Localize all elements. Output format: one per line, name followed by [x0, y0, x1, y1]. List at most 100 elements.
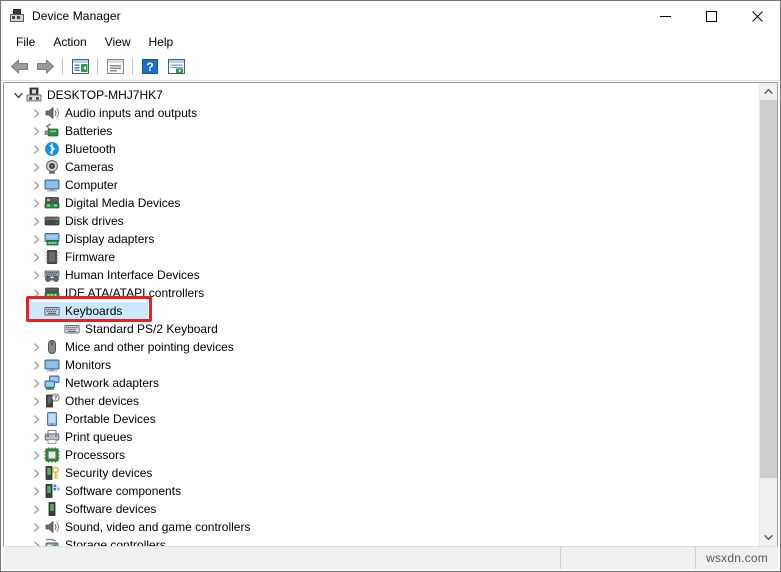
- tree-row-portable-devices[interactable]: Portable Devices: [4, 410, 759, 428]
- firmware-chip-icon: [44, 249, 60, 265]
- forward-icon[interactable]: [32, 55, 58, 78]
- tree-row-software-components[interactable]: Software components: [4, 482, 759, 500]
- tree-row-monitors[interactable]: Monitors: [4, 356, 759, 374]
- toolbar-separator: [97, 58, 98, 75]
- vertical-scrollbar[interactable]: [759, 83, 777, 546]
- keyboard-icon: [64, 321, 80, 337]
- tree-row-label: Software components: [65, 484, 182, 498]
- network-adapter-icon: [44, 375, 60, 391]
- watermark-text: wsxdn.com: [706, 551, 768, 565]
- chevron-right-icon[interactable]: [28, 375, 44, 391]
- tree-row-label: Disk drives: [65, 214, 124, 228]
- chevron-right-icon[interactable]: [28, 393, 44, 409]
- menu-item-view[interactable]: View: [96, 33, 140, 51]
- chevron-right-icon[interactable]: [28, 141, 44, 157]
- tree-row-label: Audio inputs and outputs: [65, 106, 198, 120]
- toolbar-separator: [132, 58, 133, 75]
- tree-row-other-devices[interactable]: ? Other devices: [4, 392, 759, 410]
- scan-for-hardware-changes-icon[interactable]: [163, 55, 189, 78]
- tree-row-label: Bluetooth: [65, 142, 116, 156]
- tree-row-cameras[interactable]: Cameras: [4, 158, 759, 176]
- tree-row-label: Mice and other pointing devices: [65, 340, 234, 354]
- keyboard-icon: [44, 303, 60, 319]
- menu-item-help[interactable]: Help: [140, 33, 183, 51]
- chevron-right-icon[interactable]: [28, 159, 44, 175]
- minimize-button[interactable]: [642, 1, 688, 31]
- chevron-right-icon[interactable]: [28, 339, 44, 355]
- chevron-right-icon[interactable]: [28, 465, 44, 481]
- monitor-icon: [44, 177, 60, 193]
- chevron-right-icon[interactable]: [28, 429, 44, 445]
- tree-row-display-adapters[interactable]: Display adapters: [4, 230, 759, 248]
- close-button[interactable]: [734, 1, 780, 31]
- tree-row-bluetooth[interactable]: Bluetooth: [4, 140, 759, 158]
- processor-icon: [44, 447, 60, 463]
- back-icon[interactable]: [6, 55, 32, 78]
- tree-row-label: Portable Devices: [65, 412, 156, 426]
- chevron-right-icon[interactable]: [28, 231, 44, 247]
- menu-item-action[interactable]: Action: [44, 33, 95, 51]
- bluetooth-icon: [44, 141, 60, 157]
- tree-row-ide-ata-atapi-controllers[interactable]: IDE ATA/ATAPI controllers: [4, 284, 759, 302]
- help-icon[interactable]: ?: [137, 55, 163, 78]
- menu-item-file[interactable]: File: [7, 33, 44, 51]
- tree-row-label: Security devices: [65, 466, 153, 480]
- status-segment-watermark: wsxdn.com: [696, 547, 778, 569]
- tree-row-mice-and-other-pointing-devices[interactable]: Mice and other pointing devices: [4, 338, 759, 356]
- tree-row-digital-media-devices[interactable]: Digital Media Devices: [4, 194, 759, 212]
- tree-row-audio-inputs-and-outputs[interactable]: Audio inputs and outputs: [4, 104, 759, 122]
- tree-row-root[interactable]: DESKTOP-MHJ7HK7: [4, 86, 759, 104]
- security-device-icon: [44, 465, 60, 481]
- tree-row-disk-drives[interactable]: Disk drives: [4, 212, 759, 230]
- tree-row-print-queues[interactable]: Print queues: [4, 428, 759, 446]
- chevron-up-icon[interactable]: [760, 83, 777, 100]
- tree-row-label: Print queues: [65, 430, 133, 444]
- tree-row-firmware[interactable]: Firmware: [4, 248, 759, 266]
- chevron-right-icon[interactable]: [28, 357, 44, 373]
- show-hide-console-tree-icon[interactable]: [67, 55, 93, 78]
- tree-row-storage-controllers[interactable]: Storage controllers: [4, 536, 759, 546]
- chevron-down-icon[interactable]: [760, 529, 777, 546]
- chevron-right-icon[interactable]: [28, 105, 44, 121]
- media-device-icon: [44, 195, 60, 211]
- toolbar: ?: [1, 53, 780, 81]
- chevron-right-icon[interactable]: [28, 483, 44, 499]
- tree-row-label: DESKTOP-MHJ7HK7: [47, 88, 163, 102]
- properties-icon[interactable]: [102, 55, 128, 78]
- chevron-right-icon[interactable]: [28, 501, 44, 517]
- chevron-right-icon[interactable]: [28, 537, 44, 546]
- tree-row-computer[interactable]: Computer: [4, 176, 759, 194]
- chevron-right-icon[interactable]: [28, 411, 44, 427]
- chevron-right-icon[interactable]: [28, 447, 44, 463]
- status-segment-main: [3, 547, 561, 569]
- menu-bar: File Action View Help: [1, 31, 780, 53]
- tree-row-label: Other devices: [65, 394, 140, 408]
- tree-row-label: Keyboards: [65, 304, 123, 318]
- tree-row-keyboards[interactable]: Keyboards: [4, 302, 759, 320]
- tree-row-software-devices[interactable]: Software devices: [4, 500, 759, 518]
- chevron-right-icon[interactable]: [28, 267, 44, 283]
- scrollbar-thumb[interactable]: [760, 100, 777, 478]
- tree-row-label: Firmware: [65, 250, 115, 264]
- chevron-down-icon[interactable]: [10, 87, 26, 103]
- chevron-right-icon[interactable]: [28, 213, 44, 229]
- tree-row-network-adapters[interactable]: Network adapters: [4, 374, 759, 392]
- tree-row-human-interface-devices[interactable]: Human Interface Devices: [4, 266, 759, 284]
- tree-row-security-devices[interactable]: Security devices: [4, 464, 759, 482]
- tree-row-label: Processors: [65, 448, 126, 462]
- device-tree[interactable]: DESKTOP-MHJ7HK7 Audio inputs and outputs: [4, 83, 759, 546]
- chevron-right-icon[interactable]: [28, 177, 44, 193]
- device-manager-window: Device Manager File Action View Help ? D…: [0, 0, 781, 572]
- tree-row-label: Cameras: [65, 160, 114, 174]
- maximize-button[interactable]: [688, 1, 734, 31]
- tree-row-standard-ps2-keyboard[interactable]: Standard PS/2 Keyboard: [4, 320, 759, 338]
- chevron-right-icon[interactable]: [28, 519, 44, 535]
- tree-row-processors[interactable]: Processors: [4, 446, 759, 464]
- chevron-right-icon[interactable]: [28, 285, 44, 301]
- chevron-right-icon[interactable]: [28, 123, 44, 139]
- tree-row-batteries[interactable]: Batteries: [4, 122, 759, 140]
- chevron-right-icon[interactable]: [28, 195, 44, 211]
- tree-row-sound-video-and-game-controllers[interactable]: Sound, video and game controllers: [4, 518, 759, 536]
- chevron-right-icon[interactable]: [28, 249, 44, 265]
- tree-row-label: Software devices: [65, 502, 157, 516]
